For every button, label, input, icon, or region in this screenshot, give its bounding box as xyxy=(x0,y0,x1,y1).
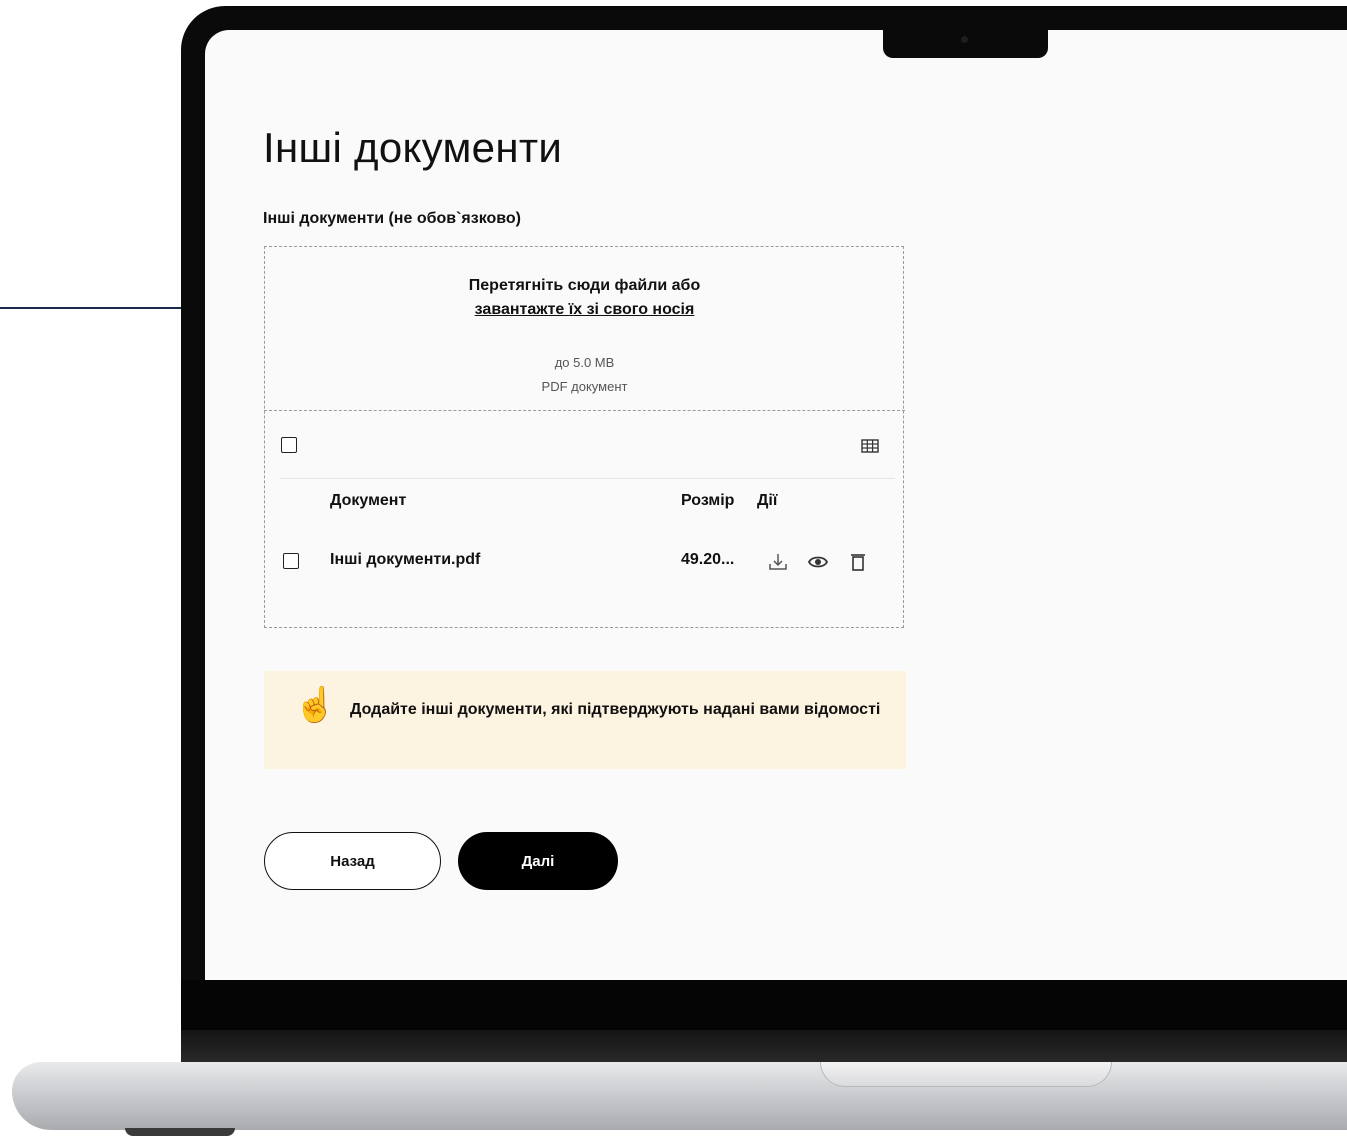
table-toolbar-divider xyxy=(280,478,895,479)
pointing-finger-icon: ☝️ xyxy=(294,686,337,724)
dropzone-divider xyxy=(264,410,905,411)
grid-icon[interactable] xyxy=(861,438,879,454)
camera-notch xyxy=(883,28,1048,58)
page-title: Інші документи xyxy=(263,124,563,171)
file-name: Інші документи.pdf xyxy=(330,551,481,568)
next-button[interactable]: Далі xyxy=(458,832,618,890)
hint-text: Додайте інші документи, які підтверджуют… xyxy=(350,701,881,718)
section-label: Інші документи (не обов`язково) xyxy=(263,210,521,227)
eye-icon[interactable] xyxy=(807,551,829,573)
camera-icon xyxy=(961,36,968,43)
dropzone-instruction: Перетягніть сюди файли або xyxy=(468,277,701,294)
row-checkbox[interactable] xyxy=(283,553,299,569)
laptop-hinge xyxy=(181,1030,1347,1064)
upload-link[interactable]: завантажте їх зі свого носія xyxy=(475,301,695,318)
file-size: 49.20... xyxy=(681,551,735,568)
laptop-base xyxy=(12,1062,1347,1130)
connector-line xyxy=(0,307,182,309)
select-all-checkbox[interactable] xyxy=(281,437,297,453)
laptop-open-notch xyxy=(820,1062,1112,1087)
trash-icon[interactable] xyxy=(847,551,869,573)
column-header-document: Документ xyxy=(330,492,407,509)
column-header-size: Розмір xyxy=(681,492,735,509)
file-type-hint: PDF документ xyxy=(541,379,628,394)
column-header-actions: Дії xyxy=(757,492,778,509)
laptop-foot xyxy=(125,1128,235,1136)
file-size-limit: до 5.0 MB xyxy=(554,355,615,370)
upload-link-wrapper: завантажте їх зі свого носія xyxy=(264,301,905,319)
back-button[interactable]: Назад xyxy=(264,832,441,890)
download-icon[interactable] xyxy=(767,551,789,573)
